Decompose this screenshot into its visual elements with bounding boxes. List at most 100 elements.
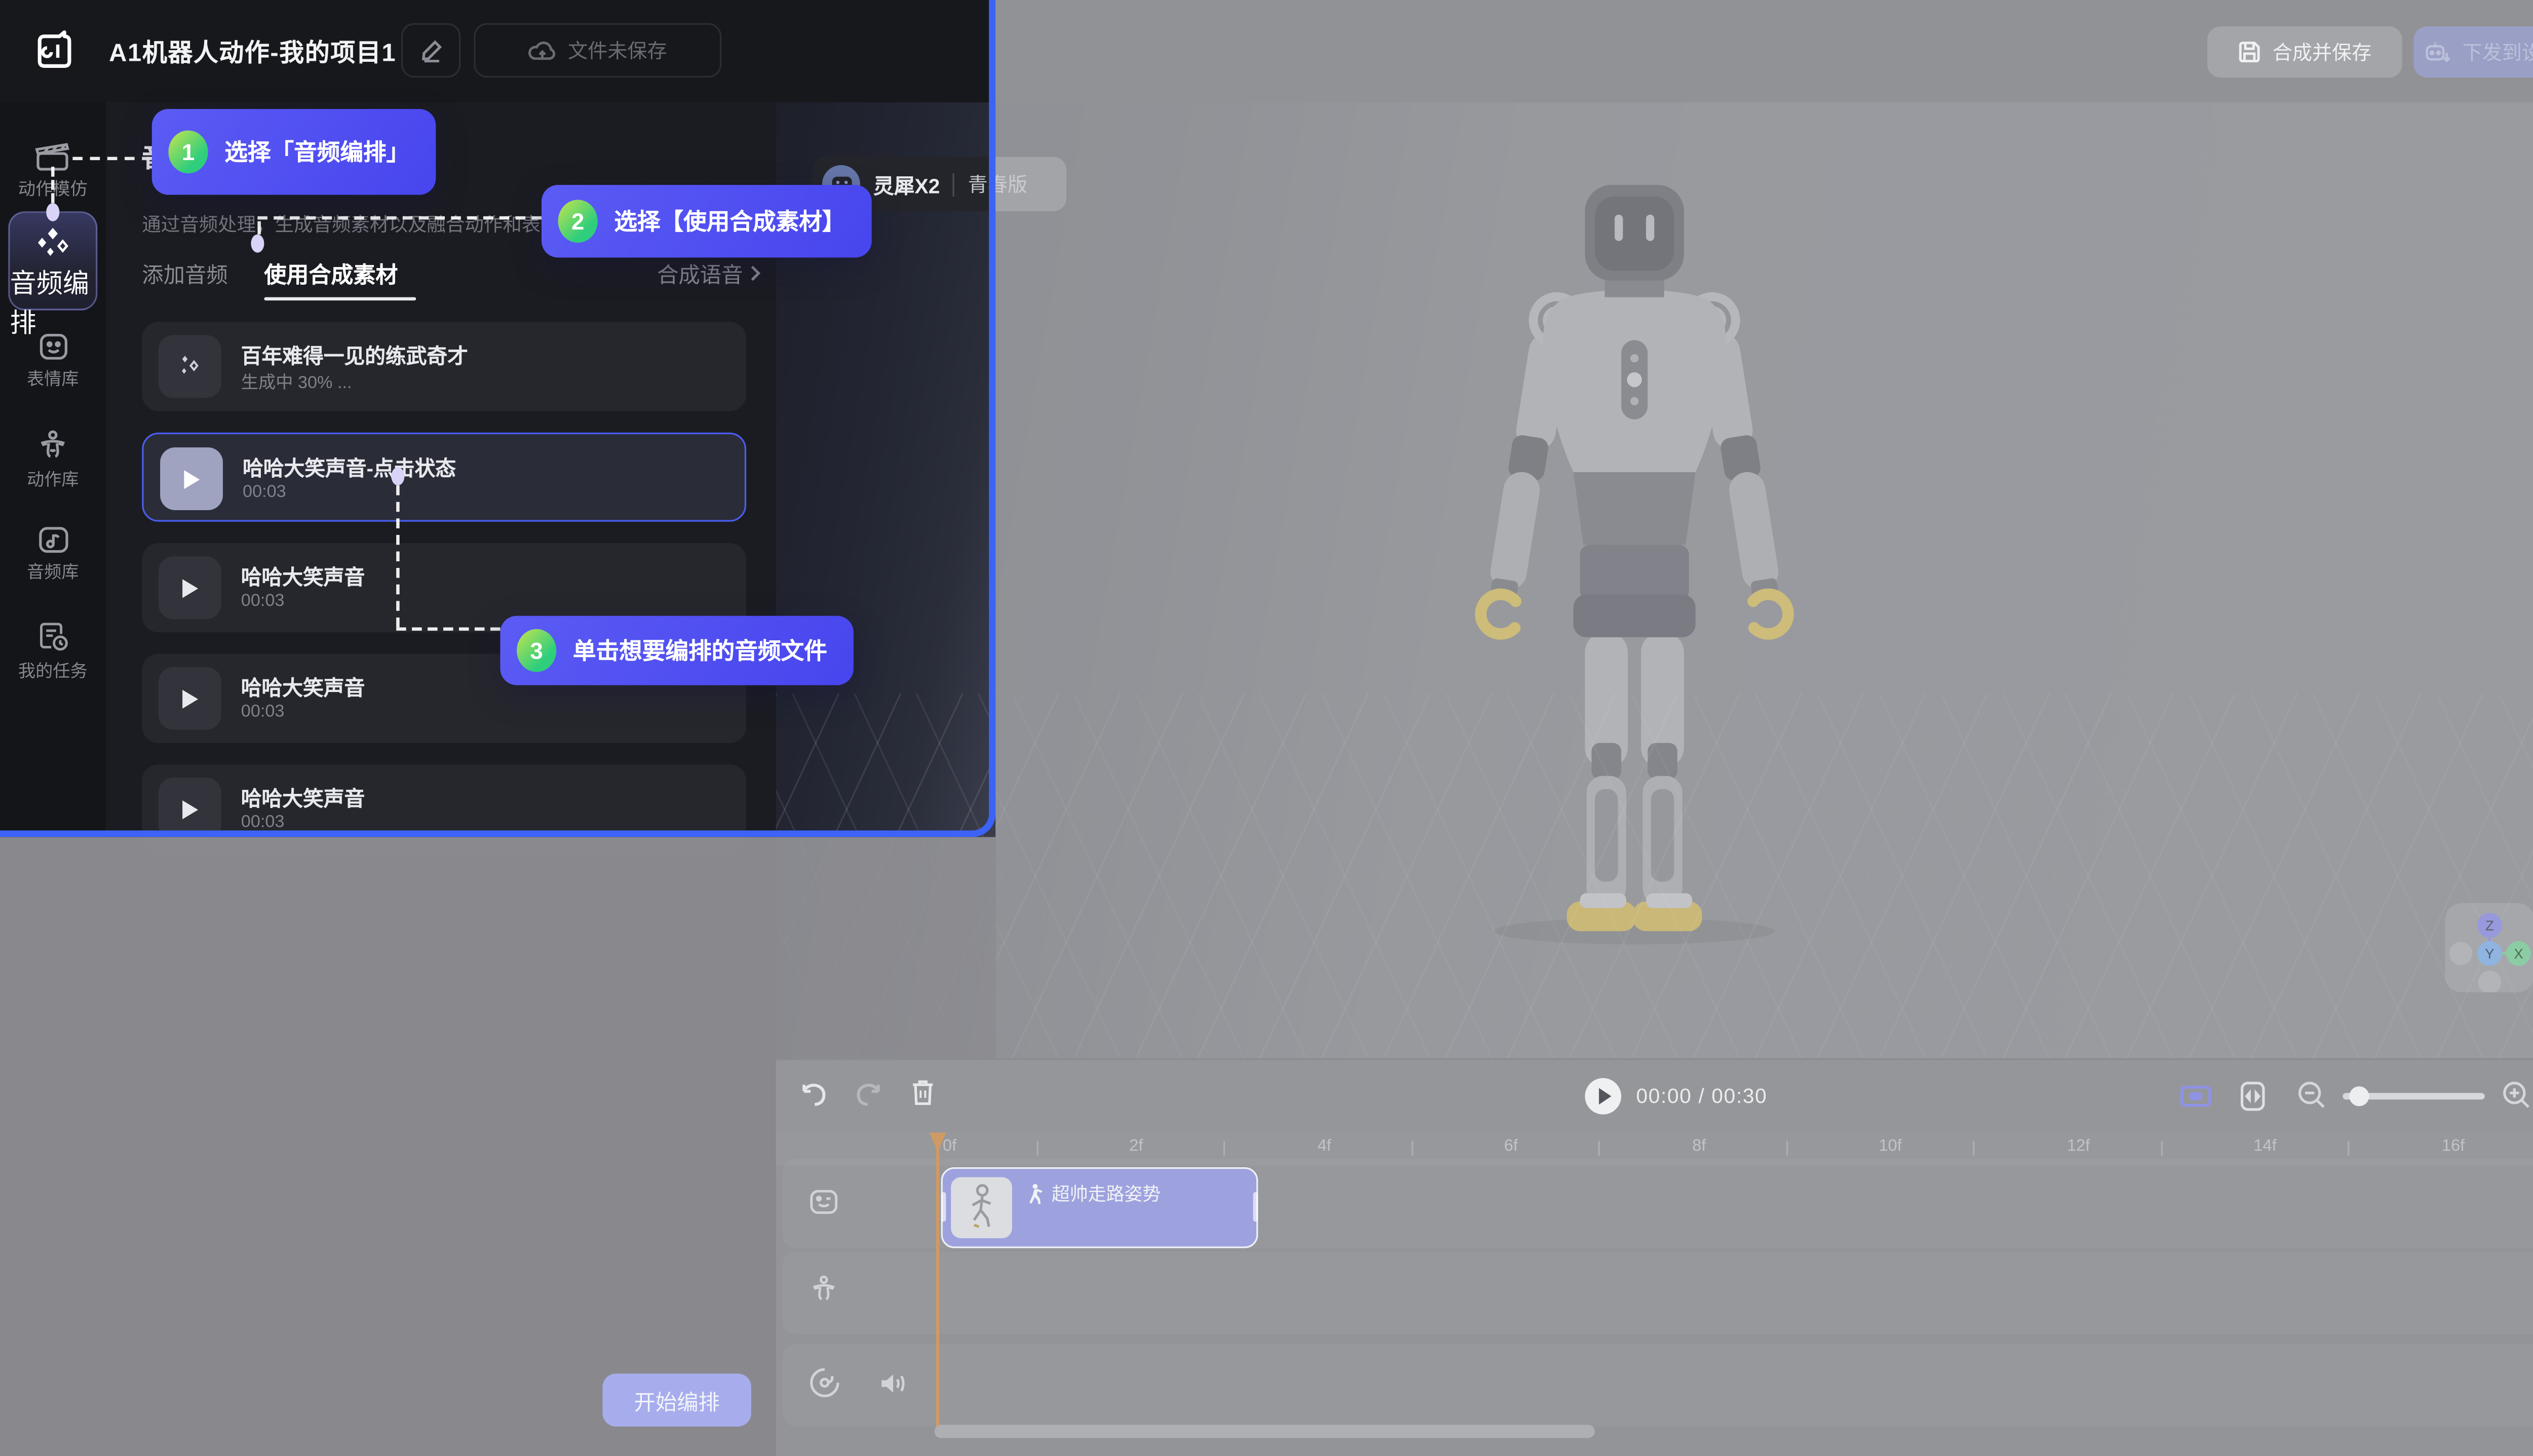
connector-dot [251,235,264,253]
track-audio [783,1344,2533,1427]
audio-item-duration: 00:03 [243,482,286,502]
fit-timeline-button[interactable] [2239,1080,2267,1113]
undo-button[interactable] [797,1078,830,1111]
tab-add-audio[interactable]: 添加音频 [142,257,228,289]
deploy-to-device-button[interactable]: 下发到设备 [2414,26,2533,78]
diamonds-icon [34,228,71,261]
synth-voice-link[interactable]: 合成语音 [657,257,761,289]
play-button[interactable] [159,778,221,840]
play-button[interactable] [159,667,221,730]
horizontal-scrollbar[interactable] [935,1425,1595,1438]
audio-item-title: 哈哈大笑声音-点击状态 [243,451,456,482]
play-button[interactable] [159,556,221,619]
model-name: 灵犀X2 [873,168,940,200]
sidebar-item-audio-arrange[interactable]: 音频编排 [8,211,97,311]
playback-bar: 00:00 / 00:30 [776,1058,2533,1133]
audio-item-title: 百年难得一见的练武奇才 [241,338,468,370]
sidebar-item-label: 表情库 [0,366,106,391]
play-button[interactable] [1583,1077,1623,1116]
start-arrange-button[interactable]: 开始编排 [602,1373,751,1426]
pencil-icon [418,38,443,63]
ai-sparkle-icon [159,335,221,398]
person-icon [36,429,69,462]
clip-thumbnail [951,1176,1012,1238]
tutorial-step-3: 3 单击想要编排的音频文件 [500,616,853,685]
ruler-label: 10f [1879,1137,1902,1156]
sidebar-item-label: 动作库 [0,467,106,492]
timeline: 0f 2f 4f 6f 8f 10f 12f 14f 16f [776,1133,2533,1456]
save-status-label: 文件未保存 [568,36,667,64]
audio-track-icon [809,1367,840,1398]
sidebar-item-expression-library[interactable]: 表情库 [0,332,106,391]
step-text: 选择「音频编排」 [224,135,409,168]
orientation-gizmo[interactable]: Z Y X [2445,903,2533,992]
audio-item-selected[interactable]: 哈哈大笑声音-点击状态 00:03 [142,433,746,522]
auto-attach-toggle[interactable] [2179,1082,2212,1112]
rename-project-button[interactable] [401,23,460,78]
chevron-right-icon [750,264,761,282]
audio-item-status: 生成中 30% ... [241,370,352,395]
zoom-out-button[interactable] [2296,1080,2328,1111]
audio-item-title: 哈哈大笑声音 [241,560,365,591]
file-save-status: 文件未保存 [474,23,721,78]
ruler-label: 2f [1129,1137,1143,1156]
sidebar-item-label: 音频编排 [10,271,89,338]
sidebar-item-label: 我的任务 [0,659,106,683]
ruler-label: 6f [1504,1137,1518,1156]
tutorial-step-2: 2 选择【使用合成素材】 [542,185,872,257]
step-number-badge: 2 [558,200,598,243]
step-number-badge: 1 [168,130,208,173]
floor-grid [995,694,2533,1058]
clip-label-row: 超帅走路姿势 [1025,1180,1161,1207]
tab-use-synth-material[interactable]: 使用合成素材 [264,256,398,289]
audio-item-duration: 00:03 [241,812,285,832]
timeline-clip[interactable]: 超帅走路姿势 [941,1167,1258,1248]
synthesize-save-button[interactable]: 合成并保存 [2207,26,2402,78]
badge-divider [953,173,954,196]
synth-voice-label: 合成语音 [657,257,743,289]
clip-label: 超帅走路姿势 [1052,1180,1161,1207]
robot-face-icon [35,332,70,362]
clip-trim-handle-left[interactable] [941,1192,946,1222]
step-text: 选择【使用合成素材】 [614,205,845,238]
audio-item-title: 哈哈大笑声音 [241,670,365,702]
zoom-in-button[interactable] [2501,1080,2532,1111]
synthesize-save-label: 合成并保存 [2273,38,2372,66]
robot-download-icon [2425,40,2452,64]
sidebar-item-motion-library[interactable]: 动作库 [0,429,106,492]
connector-line [51,167,55,203]
audio-item-duration: 00:03 [241,702,285,721]
start-arrange-label: 开始编排 [634,1385,720,1416]
app-window: 灵犀X2 青春版 A1机器人动作-我的项目1 文件未保存 [0,0,2533,1456]
cloud-icon [528,39,556,62]
ruler-label: 14f [2253,1137,2276,1156]
delete-button[interactable] [908,1077,938,1109]
walk-icon [1025,1183,1044,1204]
deploy-label: 下发到设备 [2463,38,2533,66]
connector-line [257,221,261,235]
app-logo-icon [31,28,78,74]
audio-item-generating[interactable]: 百年难得一见的练武奇才 生成中 30% ... [142,322,746,411]
playback-time: 00:00 / 00:30 [1636,1085,1768,1108]
redo-button[interactable] [852,1078,885,1111]
play-button[interactable] [160,447,223,510]
sidebar-item-audio-library[interactable]: 音频库 [0,525,106,584]
clip-trim-handle-right[interactable] [1253,1192,1258,1222]
sidebar-item-my-tasks[interactable]: 我的任务 [0,621,106,683]
save-icon [2238,40,2262,64]
audio-item-duration: 00:03 [241,591,285,611]
expression-track-icon [809,1189,839,1215]
task-clock-icon [35,621,70,654]
connector-line [396,485,400,627]
connector-line [396,627,500,631]
connector-line [257,216,542,220]
playhead-marker[interactable] [928,1131,948,1154]
slider-knob[interactable] [2349,1086,2369,1106]
step-text: 单击想要编排的音频文件 [573,634,827,667]
ruler-label: 4f [1318,1137,1331,1156]
step-number-badge: 3 [517,629,556,672]
mute-track-button[interactable] [878,1370,908,1397]
ruler-label: 12f [2067,1137,2090,1156]
gizmo-y-label: Y [2485,946,2494,962]
ruler-label: 8f [1692,1137,1706,1156]
